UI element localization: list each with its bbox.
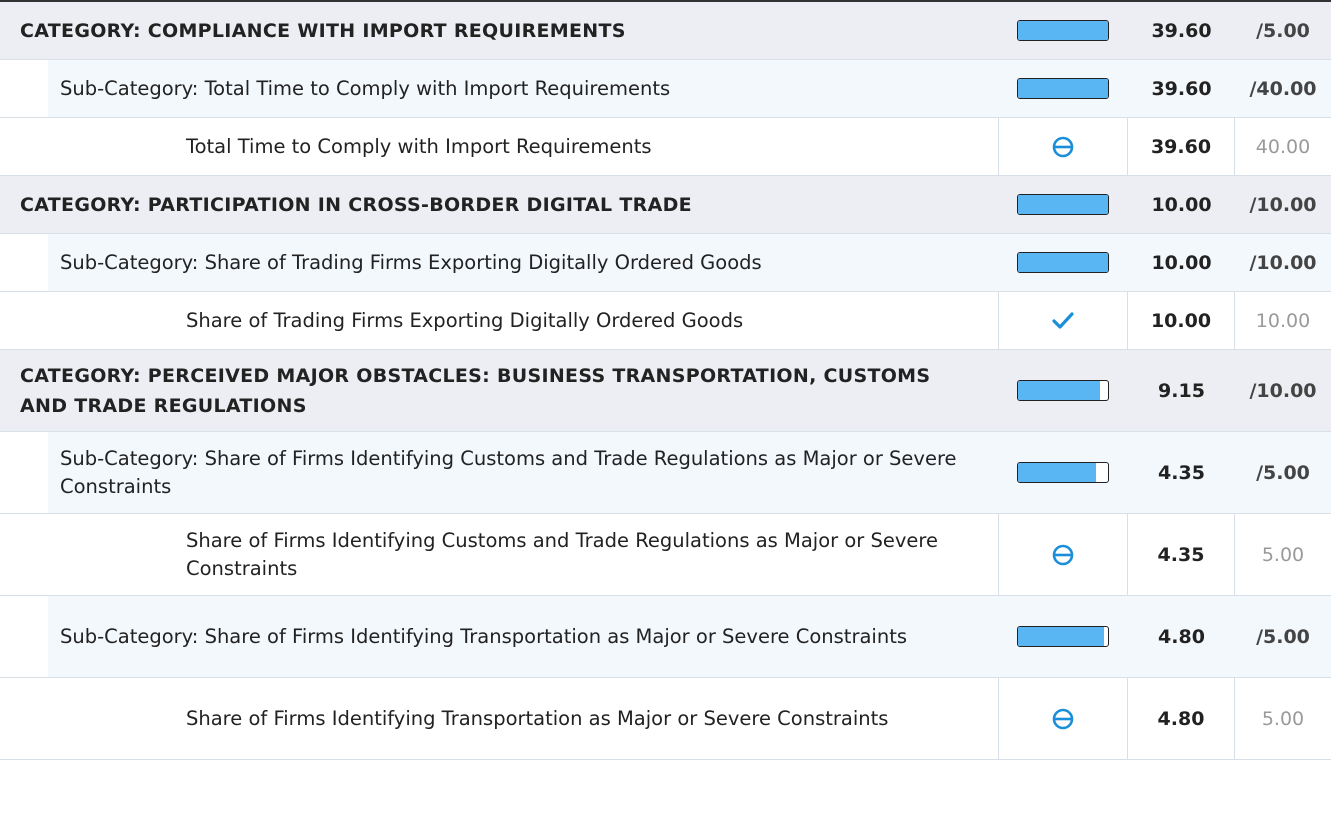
indicator-row: Share of Firms Identifying Transportatio… <box>0 678 1331 760</box>
subcategory-label: Sub-Category: Share of Firms Identifying… <box>48 596 998 677</box>
progress-fill <box>1018 79 1108 98</box>
max-score-value: 10.00 <box>1255 309 1311 332</box>
status-cell <box>998 234 1128 291</box>
status-cell <box>998 176 1128 233</box>
max-score-value: /10.00 <box>1249 193 1317 216</box>
indicator-label: Share of Trading Firms Exporting Digital… <box>186 308 744 332</box>
max-score-value: /5.00 <box>1256 19 1310 42</box>
progress-fill <box>1018 253 1108 272</box>
category-row: CATEGORY: PERCEIVED MAJOR OBSTACLES: BUS… <box>0 350 1331 432</box>
progress-bar <box>1017 252 1109 273</box>
score-table: CATEGORY: COMPLIANCE WITH IMPORT REQUIRE… <box>0 0 1331 760</box>
row-indent <box>0 118 172 175</box>
subcategory-label: Sub-Category: Total Time to Comply with … <box>48 60 998 117</box>
minus-circle-icon <box>1051 707 1075 731</box>
progress-fill <box>1018 195 1108 214</box>
indicator-row: Share of Firms Identifying Customs and T… <box>0 514 1331 596</box>
minus-circle-icon <box>1051 543 1075 567</box>
subcategory-label: Sub-Category: Share of Trading Firms Exp… <box>48 234 998 291</box>
max-score-value: /5.00 <box>1235 596 1331 677</box>
category-label: CATEGORY: PARTICIPATION IN CROSS-BORDER … <box>20 193 692 216</box>
status-cell <box>998 60 1128 117</box>
status-cell <box>998 2 1128 59</box>
max-score-value: 40.00 <box>1255 135 1311 158</box>
score-value: 9.15 <box>1158 379 1205 402</box>
indicator-label: Total Time to Comply with Import Require… <box>186 134 652 158</box>
score-value: 39.60 <box>1128 118 1235 175</box>
progress-fill <box>1018 627 1105 646</box>
indicator-row: Share of Trading Firms Exporting Digital… <box>0 292 1331 350</box>
max-score-value: /40.00 <box>1235 60 1331 117</box>
subcategory-row: Sub-Category: Total Time to Comply with … <box>0 60 1331 118</box>
score-value: 4.35 <box>1128 514 1235 595</box>
row-indent <box>0 292 172 349</box>
progress-bar <box>1017 626 1109 647</box>
category-label: CATEGORY: PERCEIVED MAJOR OBSTACLES: BUS… <box>20 364 931 417</box>
progress-fill <box>1018 463 1097 482</box>
max-score-value: /10.00 <box>1235 234 1331 291</box>
indicator-label: Share of Firms Identifying Customs and T… <box>186 528 938 580</box>
max-score-value: /10.00 <box>1249 379 1317 402</box>
row-indent <box>0 234 48 291</box>
max-score-value: 5.00 <box>1261 707 1305 730</box>
max-score-value: /5.00 <box>1235 432 1331 513</box>
status-cell <box>998 596 1128 677</box>
progress-bar <box>1017 380 1109 401</box>
subcategory-row: Sub-Category: Share of Firms Identifying… <box>0 596 1331 678</box>
max-score-value: 5.00 <box>1261 543 1305 566</box>
status-cell <box>998 292 1128 349</box>
row-indent <box>0 596 48 677</box>
category-row: CATEGORY: PARTICIPATION IN CROSS-BORDER … <box>0 176 1331 234</box>
subcategory-row: Sub-Category: Share of Trading Firms Exp… <box>0 234 1331 292</box>
score-value: 39.60 <box>1128 60 1235 117</box>
row-indent <box>0 678 172 759</box>
check-icon <box>1051 311 1075 331</box>
score-value: 4.80 <box>1128 678 1235 759</box>
score-value: 10.00 <box>1151 193 1212 216</box>
subcategory-row: Sub-Category: Share of Firms Identifying… <box>0 432 1331 514</box>
score-value: 4.80 <box>1128 596 1235 677</box>
category-row: CATEGORY: COMPLIANCE WITH IMPORT REQUIRE… <box>0 2 1331 60</box>
progress-fill <box>1018 21 1108 40</box>
indicator-row: Total Time to Comply with Import Require… <box>0 118 1331 176</box>
score-value: 4.35 <box>1128 432 1235 513</box>
status-cell <box>998 350 1128 431</box>
status-cell <box>998 514 1128 595</box>
score-value: 10.00 <box>1128 292 1235 349</box>
indicator-label: Share of Firms Identifying Transportatio… <box>186 706 889 730</box>
row-indent <box>0 514 172 595</box>
subcategory-label: Sub-Category: Share of Firms Identifying… <box>48 432 998 513</box>
progress-bar <box>1017 194 1109 215</box>
status-cell <box>998 118 1128 175</box>
progress-bar <box>1017 78 1109 99</box>
score-value: 10.00 <box>1128 234 1235 291</box>
progress-bar <box>1017 20 1109 41</box>
category-label: CATEGORY: COMPLIANCE WITH IMPORT REQUIRE… <box>20 19 626 42</box>
status-cell <box>998 678 1128 759</box>
row-indent <box>0 60 48 117</box>
row-indent <box>0 432 48 513</box>
status-cell <box>998 432 1128 513</box>
progress-bar <box>1017 462 1109 483</box>
score-value: 39.60 <box>1151 19 1212 42</box>
progress-fill <box>1018 381 1101 400</box>
minus-circle-icon <box>1051 135 1075 159</box>
